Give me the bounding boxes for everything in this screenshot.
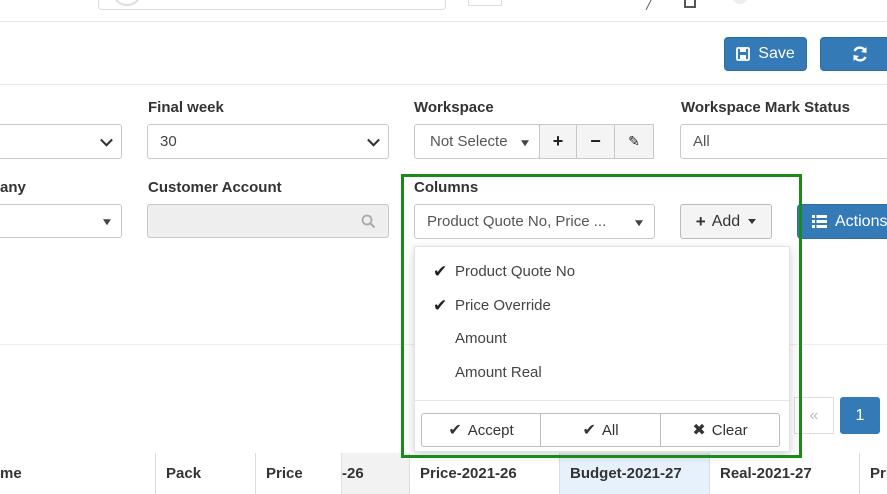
check-icon: ✔ bbox=[582, 422, 596, 439]
columns-option-product-quote-no[interactable]: ✔ Product Quote No bbox=[415, 255, 791, 288]
final-week-label: Final week bbox=[148, 99, 224, 116]
check-icon: ✔ bbox=[448, 422, 462, 439]
workspace-add-button[interactable]: + bbox=[539, 124, 577, 159]
refresh-icon bbox=[853, 46, 867, 62]
actions-button[interactable]: Actions bbox=[797, 204, 887, 239]
list-icon bbox=[812, 215, 827, 228]
plus-icon: + bbox=[552, 131, 564, 151]
global-search-input[interactable] bbox=[98, 0, 446, 10]
workspace-label: Workspace bbox=[414, 99, 494, 116]
columns-dropdown-menu: ✔ Product Quote No ✔ Price Override Amou… bbox=[414, 246, 791, 452]
caret-down-icon bbox=[748, 219, 757, 224]
close-icon: ✖ bbox=[692, 422, 706, 439]
minus-icon: − bbox=[590, 131, 601, 151]
columns-value: Product Quote No, Price ... bbox=[427, 213, 607, 230]
final-week-value: 30 bbox=[160, 133, 177, 150]
check-icon: ✔ bbox=[433, 295, 448, 315]
week-select-left[interactable] bbox=[0, 124, 122, 159]
final-week-select[interactable]: 30 bbox=[147, 124, 389, 159]
pagination-page-current[interactable]: 1 bbox=[840, 397, 880, 434]
columns-option-price-override[interactable]: ✔ Price Override bbox=[415, 289, 791, 322]
add-label: Add bbox=[711, 212, 741, 230]
chevron-down-icon bbox=[367, 133, 380, 147]
plus-icon: + bbox=[695, 211, 706, 231]
caret-down-icon bbox=[521, 139, 529, 146]
clipboard-icon[interactable] bbox=[684, 0, 696, 8]
company-select[interactable] bbox=[0, 204, 122, 238]
divider bbox=[415, 400, 791, 401]
column-header[interactable]: Budget-2021-27 bbox=[560, 453, 710, 494]
workspace-remove-button[interactable]: − bbox=[576, 124, 615, 159]
column-header[interactable]: Price bbox=[256, 453, 342, 494]
workspace-edit-button[interactable]: ✎ bbox=[614, 124, 654, 159]
search-icon bbox=[361, 214, 376, 229]
save-label: Save bbox=[758, 45, 795, 62]
workspace-mark-status-label: Workspace Mark Status bbox=[681, 99, 850, 116]
customer-account-label: Customer Account bbox=[148, 179, 282, 196]
page-number: 1 bbox=[855, 406, 865, 424]
column-header[interactable]: Real-2021-27 bbox=[710, 453, 860, 494]
toolbar-button[interactable] bbox=[468, 0, 502, 6]
clear-button[interactable]: ✖ Clear bbox=[660, 413, 780, 447]
column-header[interactable]: me bbox=[0, 453, 156, 494]
pagination-prev[interactable]: « bbox=[794, 397, 834, 434]
actions-label: Actions bbox=[835, 212, 887, 230]
check-icon: ✔ bbox=[433, 261, 448, 281]
refresh-button[interactable] bbox=[820, 37, 887, 71]
workspace-value: Not Selecte bbox=[430, 133, 508, 150]
caret-down-icon bbox=[103, 219, 111, 226]
workspace-mark-status-value: All bbox=[693, 133, 710, 150]
divider bbox=[0, 84, 887, 85]
save-button[interactable]: Save bbox=[724, 37, 807, 71]
columns-option-amount[interactable]: Amount bbox=[415, 322, 791, 355]
columns-option-amount-real[interactable]: Amount Real bbox=[415, 356, 791, 389]
workspace-mark-status-select[interactable]: All bbox=[680, 124, 887, 159]
accept-button[interactable]: ✔ Accept bbox=[421, 413, 541, 447]
columns-label: Columns bbox=[414, 179, 479, 196]
column-header[interactable]: -26 bbox=[342, 453, 410, 494]
company-label: any bbox=[0, 179, 26, 196]
pencil-icon: ✎ bbox=[628, 133, 640, 149]
chevron-down-icon bbox=[100, 133, 113, 147]
column-header[interactable]: Price-2021-26 bbox=[410, 453, 560, 494]
caret-down-icon bbox=[635, 219, 643, 226]
edit-icon[interactable]: ╱ bbox=[646, 0, 653, 10]
select-all-button[interactable]: ✔ All bbox=[540, 413, 661, 447]
columns-select[interactable]: Product Quote No, Price ... bbox=[414, 204, 655, 239]
column-header[interactable]: Pri bbox=[860, 453, 887, 494]
double-left-chevron-icon: « bbox=[809, 406, 819, 424]
customer-account-input[interactable] bbox=[147, 204, 389, 238]
column-header[interactable]: Pack bbox=[156, 453, 256, 494]
floppy-icon bbox=[736, 47, 751, 61]
workspace-select[interactable]: Not Selecte bbox=[414, 124, 540, 159]
add-column-button[interactable]: + Add bbox=[680, 204, 772, 239]
